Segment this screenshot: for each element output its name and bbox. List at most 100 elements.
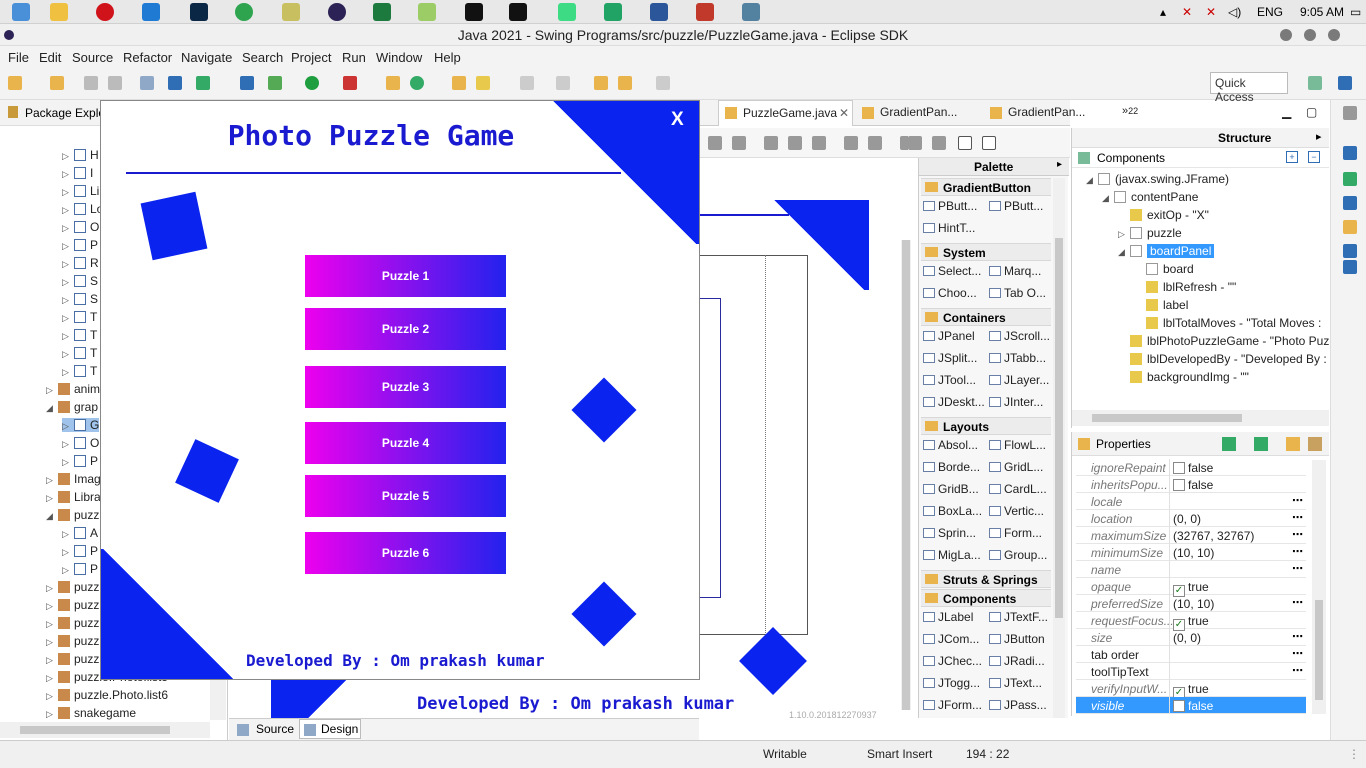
palette-item[interactable]: GridL... [989, 460, 1043, 474]
expand-arrow-icon[interactable]: ▷ [62, 565, 72, 576]
package-tree-item[interactable]: ▷ I [62, 166, 93, 180]
pycharm-icon[interactable] [465, 3, 483, 21]
component-tree-item[interactable]: lblDevelopedBy - "Developed By : [1118, 352, 1327, 366]
expand-arrow-icon[interactable]: ▷ [46, 601, 56, 612]
binary-icon[interactable] [140, 76, 154, 90]
minimize-editor-icon[interactable]: ▁ [1282, 105, 1291, 119]
package-tree-item[interactable]: ▷ anim [46, 382, 100, 396]
expand-arrow-icon[interactable]: ▷ [62, 151, 72, 162]
component-tree-item[interactable]: ◢ contentPane [1102, 190, 1198, 204]
package-tree-item[interactable]: ▷ P [62, 562, 98, 576]
expand-arrow-icon[interactable]: ▷ [46, 619, 56, 630]
package-tree-item[interactable]: ▷ P [62, 454, 98, 468]
package-tree-item[interactable]: ▷ Lo [62, 202, 103, 216]
palette-item[interactable]: JScroll... [989, 329, 1050, 343]
package-tree-item[interactable]: ▷ O [62, 436, 99, 450]
puzzle-3-button[interactable]: Puzzle 3 [305, 366, 506, 408]
expand-arrow-icon[interactable]: ▷ [62, 295, 72, 306]
expand-arrow-icon[interactable]: ▷ [46, 583, 56, 594]
package-tree-item[interactable]: ▷ T [62, 328, 97, 342]
component-tree-item[interactable]: ▷ puzzle [1118, 226, 1182, 240]
menu-search[interactable]: Search [242, 50, 283, 65]
at-icon[interactable] [1343, 196, 1357, 210]
package-tree-item[interactable]: ▷ Li [62, 184, 99, 198]
java-icon[interactable] [742, 3, 760, 21]
restore-icon[interactable] [1343, 106, 1357, 120]
show-advanced-icon[interactable] [1286, 437, 1300, 451]
palette-item[interactable]: JText... [989, 676, 1042, 690]
component-tree-item[interactable]: lblPhotoPuzzleGame - "Photo Puz [1118, 334, 1329, 348]
expand-arrow-icon[interactable]: ▷ [46, 655, 56, 666]
tray-language[interactable]: ENG [1257, 5, 1283, 19]
run-icon[interactable] [305, 76, 319, 90]
expand-arrow-icon[interactable]: ▷ [62, 277, 72, 288]
component-tree-item[interactable]: board [1134, 262, 1194, 276]
new-icon[interactable] [8, 76, 22, 90]
package-tree-item[interactable]: ▷ Libra [46, 490, 101, 504]
component-tree-item[interactable]: ◢ boardPanel [1118, 244, 1215, 258]
expand-arrow-icon[interactable]: ▷ [62, 259, 72, 270]
android-studio-icon[interactable] [558, 3, 576, 21]
expand-arrow-icon[interactable]: ▷ [62, 367, 72, 378]
palette-item[interactable]: JTool... [923, 373, 976, 387]
menu-project[interactable]: Project [291, 50, 331, 65]
package-tree-item[interactable]: ▷ puzz [46, 580, 99, 594]
palette-item[interactable]: JDeskt... [923, 395, 985, 409]
palette-item[interactable]: JCom... [923, 632, 979, 646]
expand-arrow-icon[interactable]: ▷ [46, 709, 56, 720]
align-right-icon[interactable] [732, 136, 746, 150]
property-column-divider[interactable] [1169, 459, 1170, 714]
center-horizontal-icon[interactable] [958, 136, 972, 150]
package-tree-item[interactable]: ◢ puzz [46, 508, 99, 522]
puzzle-1-button[interactable]: Puzzle 1 [305, 255, 506, 297]
expand-arrow-icon[interactable]: ◢ [46, 403, 56, 414]
tab-close-icon[interactable]: ✕ [839, 106, 849, 120]
package-tree-item[interactable]: ▷ S [62, 292, 98, 306]
expand-arrow-icon[interactable]: ◢ [1102, 193, 1112, 204]
expand-arrow-icon[interactable]: ▷ [46, 493, 56, 504]
show-events-icon[interactable] [1222, 437, 1236, 451]
palette-item[interactable]: Vertic... [989, 504, 1044, 518]
menu-navigate[interactable]: Navigate [181, 50, 232, 65]
palette-item[interactable]: JForm... [923, 698, 982, 712]
task-list-icon[interactable] [1343, 172, 1357, 186]
expand-arrow-icon[interactable]: ▷ [46, 691, 56, 702]
package-tree-item[interactable]: ▷ A [62, 526, 98, 540]
tray-chevron-icon[interactable]: ▴ [1160, 5, 1166, 19]
component-tree-item[interactable]: ◢ (javax.swing.JFrame) [1086, 172, 1229, 186]
app-icon[interactable] [418, 3, 436, 21]
package-tree-item[interactable]: ▷ T [62, 364, 97, 378]
palette-item[interactable]: PButt... [923, 199, 977, 213]
skip-breakpoints-icon[interactable] [240, 76, 254, 90]
package-tree-item[interactable]: ▷ snakegame [46, 706, 136, 720]
same-height-icon[interactable] [868, 136, 882, 150]
property-row[interactable]: name ⋯ [1076, 561, 1306, 578]
property-value[interactable]: false [1173, 478, 1213, 492]
expand-arrow-icon[interactable]: ◢ [46, 511, 56, 522]
file-explorer-icon[interactable] [50, 3, 68, 21]
menu-window[interactable]: Window [376, 50, 422, 65]
design-developed-by[interactable]: Developed By : Om prakash kumar [417, 694, 734, 714]
menu-file[interactable]: File [8, 50, 29, 65]
package-tree-item[interactable]: ▷ P [62, 544, 98, 558]
structure-arrow-icon[interactable]: ▸ [1316, 130, 1322, 143]
property-value[interactable]: (10, 10) [1173, 546, 1214, 560]
collapse-all-icon[interactable]: − [1308, 151, 1320, 163]
palette-item[interactable]: JLabel [923, 610, 973, 624]
palette-arrow-icon[interactable]: ▸ [1057, 159, 1062, 170]
property-edit-button[interactable]: ⋯ [1292, 511, 1303, 524]
property-value[interactable]: false [1173, 699, 1213, 713]
center-vertical-icon[interactable] [982, 136, 996, 150]
palette-item[interactable]: Absol... [923, 438, 978, 452]
property-edit-button[interactable]: ⋯ [1292, 596, 1303, 609]
expand-arrow-icon[interactable]: ▷ [62, 205, 72, 216]
palette-section[interactable]: Components [921, 589, 1051, 607]
package-tree-item[interactable]: ▷ puzz [46, 652, 99, 666]
menu-edit[interactable]: Edit [39, 50, 61, 65]
property-edit-button[interactable]: ⋯ [1292, 562, 1303, 575]
close-x-button[interactable]: X [671, 109, 684, 131]
forward-icon[interactable] [656, 76, 670, 90]
package-hscroll-thumb[interactable] [20, 726, 170, 734]
puzzle-2-button[interactable]: Puzzle 2 [305, 308, 506, 350]
goto-definition-icon[interactable] [1254, 437, 1268, 451]
